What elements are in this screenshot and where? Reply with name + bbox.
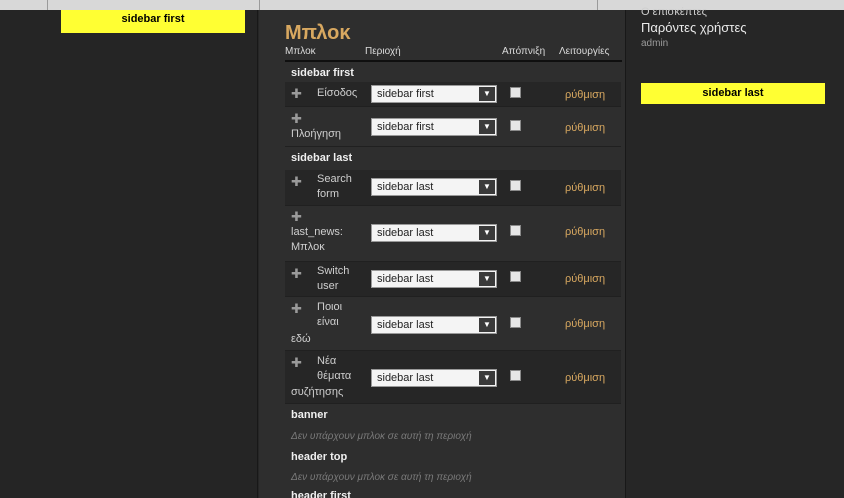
region-heading: header top xyxy=(291,451,348,463)
block-name: last_news: Μπλοκ xyxy=(291,226,343,253)
block-name: Νέα θέματα xyxy=(317,355,352,382)
disable-checkbox[interactable] xyxy=(510,87,521,98)
drag-handle-icon[interactable]: ✚ xyxy=(291,175,302,188)
drag-handle-icon[interactable]: ✚ xyxy=(291,210,302,223)
disable-checkbox[interactable] xyxy=(510,370,521,381)
sidebar-last-block: sidebar last xyxy=(641,83,825,104)
drag-handle-icon[interactable]: ✚ xyxy=(291,302,302,315)
region-heading: sidebar first xyxy=(291,67,354,79)
chevron-down-icon: ▼ xyxy=(479,272,495,286)
block-name: Πλοήγηση xyxy=(291,128,342,140)
configure-link[interactable]: ρύθμιση xyxy=(565,318,605,330)
column-header-block: Μπλοκ xyxy=(285,46,316,57)
sidebar-first-block: sidebar first xyxy=(61,10,245,33)
chevron-down-icon: ▼ xyxy=(479,226,495,240)
page-title: Μπλοκ xyxy=(285,22,351,44)
configure-link[interactable]: ρύθμιση xyxy=(565,89,605,101)
block-name: Ποιοι είναι xyxy=(317,301,343,328)
chevron-down-icon: ▼ xyxy=(479,318,495,332)
block-row: ✚ last_news: Μπλοκ sidebar last ▼ ρύθμιση xyxy=(285,206,621,262)
region-select[interactable]: sidebar first ▼ xyxy=(371,118,497,136)
region-select[interactable]: sidebar first ▼ xyxy=(371,85,497,103)
drag-handle-icon[interactable]: ✚ xyxy=(291,87,302,100)
block-name: Search form xyxy=(317,173,352,200)
chevron-down-icon: ▼ xyxy=(479,180,495,194)
blocks-table-header: Μπλοκ Περιοχή Απόπνιξη Λειτουργίες xyxy=(285,46,622,62)
block-name: Switch user xyxy=(317,265,350,292)
disable-checkbox[interactable] xyxy=(510,180,521,191)
chevron-down-icon: ▼ xyxy=(479,371,495,385)
region-heading: banner xyxy=(291,409,328,421)
disable-checkbox[interactable] xyxy=(510,271,521,282)
column-header-disable: Απόπνιξη xyxy=(502,46,546,57)
block-name: Είσοδος xyxy=(317,87,358,99)
block-name-wrap: εδώ xyxy=(291,333,311,345)
browser-top-strip xyxy=(0,0,844,10)
left-column xyxy=(0,10,258,498)
region-select[interactable]: sidebar last ▼ xyxy=(371,224,497,242)
block-name-wrap: συζήτησης xyxy=(291,386,344,398)
region-heading: sidebar last xyxy=(291,152,353,164)
drag-handle-icon[interactable]: ✚ xyxy=(291,267,302,280)
online-user-link[interactable]: admin xyxy=(641,38,668,49)
region-select[interactable]: sidebar last ▼ xyxy=(371,316,497,334)
block-row: ✚ Switch user sidebar last ▼ ρύθμιση xyxy=(285,262,621,297)
drag-handle-icon[interactable]: ✚ xyxy=(291,112,302,125)
top-strip-segment xyxy=(260,0,598,10)
disable-checkbox[interactable] xyxy=(510,317,521,328)
empty-region-message: Δεν υπάρχουν μπλοκ σε αυτή τη περιοχή xyxy=(291,431,472,442)
region-select[interactable]: sidebar last ▼ xyxy=(371,369,497,387)
chevron-down-icon: ▼ xyxy=(479,87,495,101)
region-select[interactable]: sidebar last ▼ xyxy=(371,270,497,288)
online-visitors-text: Ο επισκέπτες xyxy=(641,7,707,17)
configure-link[interactable]: ρύθμιση xyxy=(565,273,605,285)
top-strip-segment xyxy=(0,0,48,10)
region-select[interactable]: sidebar last ▼ xyxy=(371,178,497,196)
top-strip-segment xyxy=(598,0,844,10)
disable-checkbox[interactable] xyxy=(510,225,521,236)
configure-link[interactable]: ρύθμιση xyxy=(565,226,605,238)
top-strip-segment xyxy=(48,0,260,10)
column-header-operations: Λειτουργίες xyxy=(559,46,610,57)
chevron-down-icon: ▼ xyxy=(479,120,495,134)
configure-link[interactable]: ρύθμιση xyxy=(565,122,605,134)
block-row: ✚ Νέα θέματα συζήτησης sidebar last ▼ ρύθ… xyxy=(285,351,621,404)
block-row: ✚ Είσοδος sidebar first ▼ ρύθμιση xyxy=(285,82,621,107)
region-heading: header first xyxy=(291,490,351,498)
configure-link[interactable]: ρύθμιση xyxy=(565,372,605,384)
column-header-region: Περιοχή xyxy=(365,46,401,57)
online-users-title: Παρόντες χρήστες xyxy=(641,20,747,35)
configure-link[interactable]: ρύθμιση xyxy=(565,182,605,194)
empty-region-message: Δεν υπάρχουν μπλοκ σε αυτή τη περιοχή xyxy=(291,472,472,483)
block-row: ✚ Πλοήγηση sidebar first ▼ ρύθμιση xyxy=(285,107,621,147)
block-row: ✚ Search form sidebar last ▼ ρύθμιση xyxy=(285,170,621,206)
block-row: ✚ Ποιοι είναι εδώ sidebar last ▼ ρύθμιση xyxy=(285,297,621,351)
drag-handle-icon[interactable]: ✚ xyxy=(291,356,302,369)
disable-checkbox[interactable] xyxy=(510,120,521,131)
